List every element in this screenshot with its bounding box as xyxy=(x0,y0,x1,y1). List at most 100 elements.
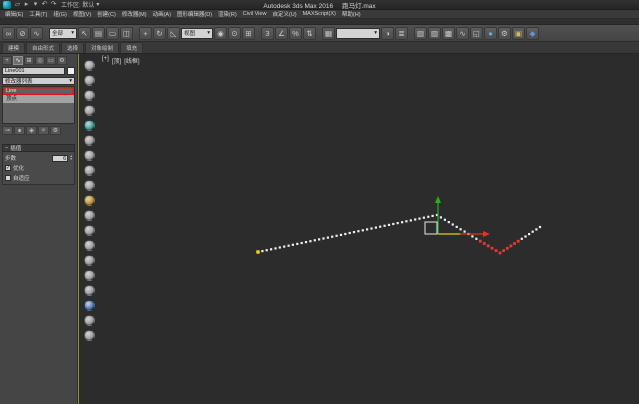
modifier-stack-row[interactable]: Line xyxy=(3,87,74,95)
curve-editor[interactable]: ∿ xyxy=(456,26,469,40)
tool-sphere-icon[interactable] xyxy=(84,210,95,221)
menu-item[interactable]: 组(G) xyxy=(50,10,69,18)
edit-named-selection-sets[interactable]: ▦ xyxy=(322,26,335,40)
reference-coordinate-system-dropdown[interactable]: 视图 ▾ xyxy=(181,27,213,39)
select-and-manipulate[interactable]: ⊙ xyxy=(228,26,241,40)
tab-display[interactable]: ▭ xyxy=(46,56,56,65)
tool-sphere-icon[interactable] xyxy=(84,225,95,236)
select-by-name[interactable]: ▤ xyxy=(92,26,105,40)
schematic-view[interactable]: ◱ xyxy=(470,26,483,40)
render-production[interactable]: ◆ xyxy=(526,26,539,40)
tab-create[interactable]: + xyxy=(2,56,12,65)
menu-item[interactable]: 工具(T) xyxy=(26,10,50,18)
tab-hierarchy[interactable]: ⊞ xyxy=(24,56,34,65)
ribbon-tab[interactable]: 填充 xyxy=(120,42,144,53)
use-pivot-point-center[interactable]: ◉ xyxy=(214,26,227,40)
3ds-max-logo-icon[interactable] xyxy=(3,0,11,9)
object-color-swatch[interactable] xyxy=(67,67,75,75)
pin-stack[interactable]: ⊸ xyxy=(2,126,13,135)
workspace-selector[interactable]: 工作区: 默认 ▾ xyxy=(61,0,99,9)
tool-sphere-icon[interactable] xyxy=(84,120,95,131)
undo-icon[interactable]: ↶ xyxy=(40,0,49,9)
checkbox[interactable] xyxy=(5,175,11,181)
tool-sphere-icon[interactable] xyxy=(84,60,95,71)
ribbon-tab[interactable]: 建模 xyxy=(2,42,26,53)
tool-sphere-icon[interactable] xyxy=(84,75,95,86)
rollout-header[interactable]: − 插值 xyxy=(2,144,75,152)
window-crossing-toggle[interactable]: ◫ xyxy=(120,26,133,40)
select-and-rotate[interactable]: ↻ xyxy=(153,26,166,40)
bind-to-space-warp[interactable]: ∿ xyxy=(30,26,43,40)
open-file-icon[interactable]: ▸ xyxy=(22,0,31,9)
percent-snap-toggle[interactable]: % xyxy=(289,26,302,40)
modifier-list-dropdown[interactable]: 修改器列表 ▾ xyxy=(2,77,75,85)
tool-sphere-icon[interactable] xyxy=(84,285,95,296)
menu-item[interactable]: 帮助(H) xyxy=(339,10,364,18)
rendered-frame-window[interactable]: ▣ xyxy=(512,26,525,40)
object-name-field[interactable]: Line001 xyxy=(2,67,65,75)
tool-sphere-icon[interactable] xyxy=(84,90,95,101)
graphite-modeling-tools-toggle[interactable]: ▩ xyxy=(442,26,455,40)
tab-motion[interactable]: ◎ xyxy=(35,56,45,65)
tool-sphere-icon[interactable] xyxy=(84,135,95,146)
viewport[interactable]: [+] [顶] [线框] xyxy=(78,54,639,404)
selection-filter-dropdown[interactable]: 全部 ▾ xyxy=(49,27,77,39)
tool-sphere-icon[interactable] xyxy=(84,180,95,191)
make-unique[interactable]: ◈ xyxy=(26,126,37,135)
align[interactable]: ≣ xyxy=(395,26,408,40)
tool-sphere-icon[interactable] xyxy=(84,165,95,176)
spinner-control[interactable]: ▴ ▾ xyxy=(70,154,72,161)
ribbon-tab[interactable]: 选择 xyxy=(61,42,85,53)
configure-modifier-sets[interactable]: ⚙ xyxy=(50,126,61,135)
show-end-result[interactable]: ∎ xyxy=(14,126,25,135)
new-scene-icon[interactable]: ▱ xyxy=(13,0,22,9)
toggle-scene-explorer[interactable]: ▧ xyxy=(414,26,427,40)
menu-item[interactable]: 视图(V) xyxy=(70,10,94,18)
tool-sphere-icon[interactable] xyxy=(84,255,95,266)
rectangular-selection-region[interactable]: ▭ xyxy=(106,26,119,40)
angle-snap-toggle[interactable]: ∠ xyxy=(275,26,288,40)
menu-item[interactable]: 动画(A) xyxy=(150,10,174,18)
select-and-uniform-scale[interactable]: ◺ xyxy=(167,26,180,40)
viewport-menu-shading[interactable]: [线框] xyxy=(124,56,139,65)
render-setup[interactable]: ⚙ xyxy=(498,26,511,40)
viewport-menu-general[interactable]: [+] xyxy=(102,56,109,65)
modifier-stack-row[interactable]: 顶点 xyxy=(3,95,74,103)
ribbon-tab[interactable]: 对象绘制 xyxy=(85,42,120,53)
menu-item[interactable]: 渲染(R) xyxy=(215,10,240,18)
material-editor[interactable]: ● xyxy=(484,26,497,40)
menu-item[interactable]: MAXScript(X) xyxy=(300,10,339,18)
remove-modifier[interactable]: × xyxy=(38,126,49,135)
menu-item[interactable]: 编辑(E) xyxy=(2,10,26,18)
tab-utilities[interactable]: ⚙ xyxy=(57,56,67,65)
tool-sphere-icon[interactable] xyxy=(84,195,95,206)
ribbon-tab[interactable]: 自由形式 xyxy=(26,42,61,53)
keyboard-shortcut-override-toggle[interactable]: ⊞ xyxy=(242,26,255,40)
menu-item[interactable]: 创建(C) xyxy=(94,10,119,18)
menu-item[interactable]: 修改器(M) xyxy=(119,10,150,18)
tool-sphere-icon[interactable] xyxy=(84,240,95,251)
toggle-layer-explorer[interactable]: ▨ xyxy=(428,26,441,40)
select-object[interactable]: ↖ xyxy=(78,26,91,40)
tool-sphere-icon[interactable] xyxy=(84,150,95,161)
select-and-link[interactable]: ∞ xyxy=(2,26,15,40)
unlink-selection[interactable]: ⊘ xyxy=(16,26,29,40)
spinner-snap-toggle[interactable]: ⇅ xyxy=(303,26,316,40)
viewport-menu-pov[interactable]: [顶] xyxy=(112,56,121,65)
mirror[interactable]: ◑ xyxy=(381,26,394,40)
checkbox[interactable]: ✓ xyxy=(5,165,11,171)
tool-sphere-icon[interactable] xyxy=(84,270,95,281)
snaps-toggle[interactable]: 3 xyxy=(261,26,274,40)
tab-modify[interactable]: ∿ xyxy=(13,56,23,65)
tool-sphere-icon[interactable] xyxy=(84,330,95,341)
redo-icon[interactable]: ↷ xyxy=(49,0,58,9)
menu-item[interactable]: 图形编辑器(D) xyxy=(174,10,215,18)
menu-item[interactable]: 自定义(U) xyxy=(269,10,299,18)
save-file-icon[interactable]: ▾ xyxy=(31,0,40,9)
menu-item[interactable]: Civil View xyxy=(240,10,270,18)
tool-sphere-icon[interactable] xyxy=(84,300,95,311)
tool-sphere-icon[interactable] xyxy=(84,105,95,116)
parameter-value-field[interactable]: 6 xyxy=(52,154,69,162)
named-selection-sets-dropdown[interactable]: ▾ xyxy=(336,27,380,39)
tool-sphere-icon[interactable] xyxy=(84,315,95,326)
